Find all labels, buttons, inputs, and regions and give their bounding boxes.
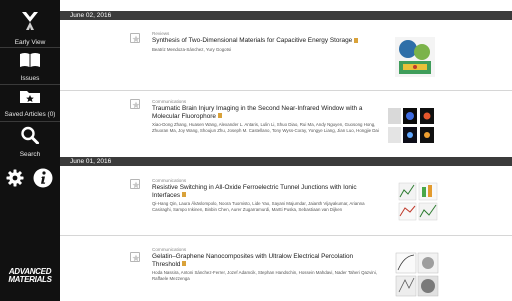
favorite-star-button[interactable] bbox=[130, 33, 140, 43]
date-header: June 01, 2016 bbox=[60, 157, 512, 166]
date-header: June 02, 2016 bbox=[60, 11, 512, 20]
sidebar: Early View Issues Saved Articles (0) Sea… bbox=[0, 0, 60, 301]
advanced-materials-logo: ADVANCED MATERIALS bbox=[1, 268, 59, 284]
folder-star-icon bbox=[20, 91, 40, 103]
nav-divider bbox=[0, 121, 60, 122]
list-item[interactable]: Communications Traumatic Brain Injury Im… bbox=[60, 91, 512, 155]
star-icon bbox=[132, 181, 140, 189]
article-title: Synthesis of Two-Dimensional Materials f… bbox=[152, 37, 380, 45]
article-authors: Xiao-Dong Zhang, Huasen Wang, Alexander … bbox=[152, 122, 379, 133]
article-title: Resistive Switching in All-Oxide Ferroel… bbox=[152, 184, 380, 199]
nav-early-view-label: Early View bbox=[14, 39, 46, 46]
article-text: Communications Traumatic Brain Injury Im… bbox=[152, 99, 380, 133]
article-thumbnail bbox=[387, 107, 435, 145]
nav-search[interactable]: Search bbox=[0, 126, 60, 158]
article-authors: Beatriz Mendoza-Sánchez, Yury Gogotsi bbox=[152, 46, 231, 52]
article-title: Gelatin–Graphene Nanocomposites with Ult… bbox=[152, 253, 380, 268]
early-view-icon bbox=[22, 12, 38, 30]
nav-issues[interactable]: Issues bbox=[0, 52, 60, 82]
favorite-star-button[interactable] bbox=[130, 252, 140, 262]
article-list[interactable]: June 02, 2016 Reviews Synthesis of Two-D… bbox=[60, 0, 512, 301]
pdf-icon bbox=[354, 37, 359, 43]
app-window: Early View Issues Saved Articles (0) Sea… bbox=[0, 0, 512, 301]
nav-divider bbox=[0, 47, 60, 48]
article-title-text: Traumatic Brain Injury Imaging in the Se… bbox=[152, 105, 363, 120]
article-authors: Hoda Nassira, Antoni Sánchez-Ferrer, Joz… bbox=[152, 270, 377, 281]
nav-saved-articles-label: Saved Articles (0) bbox=[4, 111, 56, 118]
nav-issues-label: Issues bbox=[20, 75, 40, 82]
article-title: Traumatic Brain Injury Imaging in the Se… bbox=[152, 105, 380, 120]
article-text: Communications Gelatin–Graphene Nanocomp… bbox=[152, 247, 380, 281]
favorite-star-button[interactable] bbox=[130, 99, 140, 109]
article-authors: Qi-Hang Qin, Laura Äkäslompolo, Noora Tu… bbox=[152, 201, 365, 212]
article-title-text: Synthesis of Two-Dimensional Materials f… bbox=[152, 37, 353, 44]
article-thumbnail bbox=[398, 182, 438, 222]
star-icon bbox=[132, 254, 140, 262]
article-thumbnail bbox=[395, 252, 439, 297]
sidebar-bottom-actions bbox=[0, 168, 60, 190]
favorite-star-button[interactable] bbox=[130, 179, 140, 189]
article-thumbnail bbox=[395, 37, 435, 77]
nav-saved-articles[interactable]: Saved Articles (0) bbox=[0, 88, 60, 118]
article-text: Reviews Synthesis of Two-Dimensional Mat… bbox=[152, 31, 380, 52]
brand-line-2: MATERIALS bbox=[8, 275, 52, 284]
star-icon bbox=[132, 101, 140, 109]
pdf-icon bbox=[182, 192, 187, 198]
article-text: Communications Resistive Switching in Al… bbox=[152, 178, 380, 212]
list-item[interactable]: Communications Gelatin–Graphene Nanocomp… bbox=[60, 236, 512, 301]
nav-search-label: Search bbox=[19, 151, 41, 158]
star-icon bbox=[132, 35, 140, 43]
list-item[interactable]: Communications Resistive Switching in Al… bbox=[60, 167, 512, 234]
pdf-icon bbox=[217, 113, 222, 119]
pdf-icon bbox=[182, 261, 187, 267]
gear-icon[interactable] bbox=[6, 169, 24, 187]
nav-early-view[interactable]: Early View bbox=[0, 10, 60, 46]
book-icon bbox=[20, 53, 40, 67]
info-icon[interactable] bbox=[33, 168, 53, 188]
list-item[interactable]: Reviews Synthesis of Two-Dimensional Mat… bbox=[60, 21, 512, 90]
nav-divider bbox=[0, 84, 60, 85]
search-icon bbox=[21, 126, 39, 145]
